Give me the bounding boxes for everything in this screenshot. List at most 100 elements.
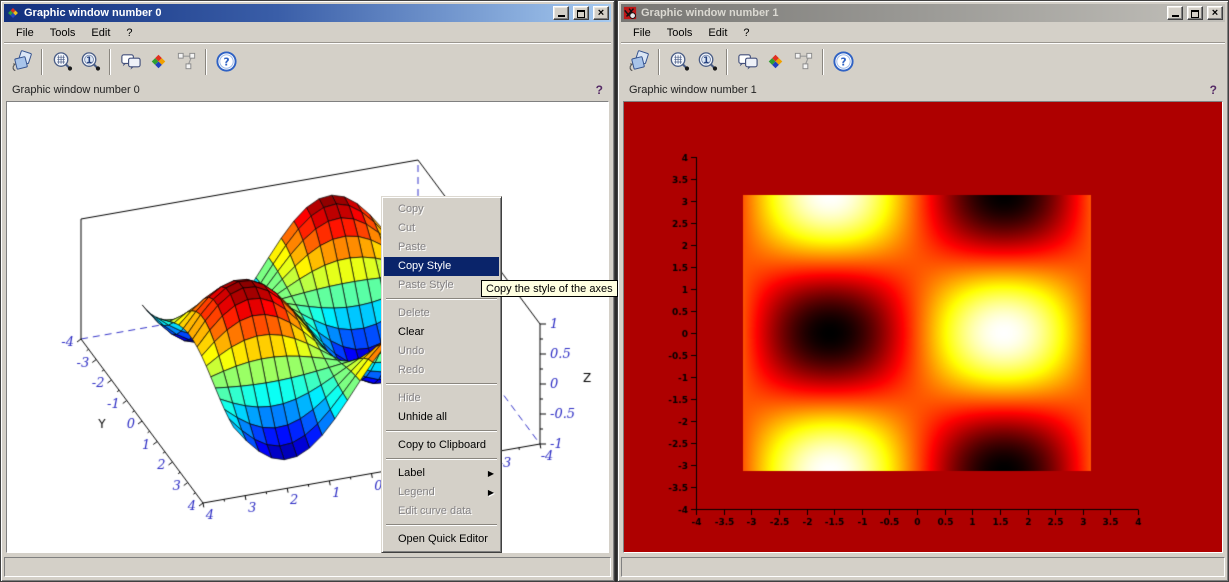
context-menu-item-copy-to-clipboard[interactable]: Copy to Clipboard: [384, 436, 499, 455]
menu-tools[interactable]: Tools: [659, 25, 701, 41]
menu-separator: [386, 298, 497, 300]
menu-item-label: Legend: [398, 486, 435, 498]
menu-item-label: Edit curve data: [398, 505, 471, 517]
menu-tools[interactable]: Tools: [42, 25, 84, 41]
help-question-mark[interactable]: ?: [1210, 83, 1217, 97]
graph-editor-button[interactable]: [172, 48, 200, 76]
info-bar: Graphic window number 1 ?: [621, 80, 1225, 100]
window-graphic-1: Graphic window number 1 × File Tools Edi…: [617, 0, 1229, 582]
menu-item-label: Copy to Clipboard: [398, 439, 486, 451]
colormap-icon: [764, 50, 787, 73]
window-title: Graphic window number 0: [24, 7, 549, 19]
zoom-reset-button[interactable]: [76, 48, 104, 76]
menu-help[interactable]: ?: [735, 25, 757, 41]
help-button[interactable]: [212, 48, 240, 76]
minimize-icon: [558, 15, 565, 17]
context-menu-item-copy[interactable]: Copy: [384, 200, 499, 219]
minimize-button[interactable]: [1167, 6, 1183, 20]
menu-item-label: Cut: [398, 222, 415, 234]
maximize-icon: [577, 10, 585, 18]
help-icon: [832, 50, 855, 73]
context-menu: CopyCutPasteCopy StylePaste StyleDeleteC…: [381, 196, 502, 553]
plot-area-heatmap: [623, 101, 1223, 553]
context-menu-item-undo[interactable]: Undo: [384, 342, 499, 361]
status-bar: [621, 557, 1225, 577]
context-menu-item-cut[interactable]: Cut: [384, 219, 499, 238]
minimize-button[interactable]: [553, 6, 569, 20]
toolbar: [621, 42, 1225, 80]
plot-area-surface: [6, 101, 609, 553]
menu-bar: File Tools Edit ?: [4, 23, 611, 42]
menu-item-label: Redo: [398, 364, 424, 376]
menu-item-label: Undo: [398, 345, 424, 357]
colormap-button[interactable]: [761, 48, 789, 76]
maximize-icon: [1191, 10, 1199, 18]
surface-plot-canvas[interactable]: [7, 102, 609, 552]
context-menu-item-redo[interactable]: Redo: [384, 361, 499, 380]
rotate-icon: [11, 50, 34, 73]
titlebar-window-1[interactable]: Graphic window number 1 ×: [621, 4, 1225, 22]
menu-bar: File Tools Edit ?: [621, 23, 1225, 42]
maximize-button[interactable]: [573, 6, 589, 20]
menu-edit[interactable]: Edit: [700, 25, 735, 41]
close-icon: ×: [1212, 8, 1218, 19]
toolbar-separator: [822, 49, 824, 75]
rotate-button[interactable]: [8, 48, 36, 76]
menu-item-label: Label: [398, 467, 425, 479]
help-question-mark[interactable]: ?: [596, 83, 603, 97]
dialogs-icon: [119, 50, 142, 73]
context-menu-item-unhide-all[interactable]: Unhide all: [384, 408, 499, 427]
maximize-button[interactable]: [1187, 6, 1203, 20]
menu-help[interactable]: ?: [118, 25, 140, 41]
graph-editor-button[interactable]: [789, 48, 817, 76]
help-button[interactable]: [829, 48, 857, 76]
close-button[interactable]: ×: [593, 6, 609, 20]
menu-separator: [386, 524, 497, 526]
screen: Graphic window number 0 × File Tools Edi…: [0, 0, 1229, 582]
context-menu-item-legend[interactable]: Legend▶: [384, 483, 499, 502]
zoom-area-button[interactable]: [665, 48, 693, 76]
zoom-area-icon: [51, 50, 74, 73]
context-menu-item-hide[interactable]: Hide: [384, 389, 499, 408]
scilab-window-icon: [623, 6, 637, 20]
close-button[interactable]: ×: [1207, 6, 1223, 20]
heatmap-plot-canvas[interactable]: [624, 102, 1223, 552]
menu-item-label: Copy: [398, 203, 424, 215]
menu-separator: [386, 458, 497, 460]
menu-item-label: Unhide all: [398, 411, 447, 423]
close-icon: ×: [598, 8, 604, 19]
minimize-icon: [1172, 15, 1179, 17]
window-title: Graphic window number 1: [641, 7, 1163, 19]
context-menu-item-delete[interactable]: Delete: [384, 304, 499, 323]
toolbar-separator: [726, 49, 728, 75]
context-menu-item-label[interactable]: Label ▶: [384, 464, 499, 483]
dialogs-button[interactable]: [733, 48, 761, 76]
zoom-reset-icon: [696, 50, 719, 73]
menu-item-label: Hide: [398, 392, 421, 404]
menu-file[interactable]: File: [625, 25, 659, 41]
status-text: Graphic window number 1: [629, 84, 757, 96]
menu-item-label: Paste: [398, 241, 426, 253]
toolbar-separator: [205, 49, 207, 75]
zoom-reset-button[interactable]: [693, 48, 721, 76]
toolbar-separator: [41, 49, 43, 75]
context-menu-item-clear[interactable]: Clear: [384, 323, 499, 342]
submenu-arrow-icon: ▶: [488, 464, 494, 483]
tooltip: Copy the style of the axes: [481, 280, 618, 297]
zoom-area-button[interactable]: [48, 48, 76, 76]
rotate-button[interactable]: [625, 48, 653, 76]
context-menu-item-paste[interactable]: Paste: [384, 238, 499, 257]
colormap-icon: [147, 50, 170, 73]
context-menu-item-open-quick-editor[interactable]: Open Quick Editor: [384, 530, 499, 549]
help-icon: [215, 50, 238, 73]
context-menu-item-copy-style[interactable]: Copy Style: [384, 257, 499, 276]
colormap-button[interactable]: [144, 48, 172, 76]
menu-edit[interactable]: Edit: [83, 25, 118, 41]
titlebar-window-0[interactable]: Graphic window number 0 ×: [4, 4, 611, 22]
menu-item-label: Copy Style: [398, 260, 451, 272]
info-bar: Graphic window number 0 ?: [4, 80, 611, 100]
menu-file[interactable]: File: [8, 25, 42, 41]
graph-editor-icon: [792, 50, 815, 73]
context-menu-item-edit-curve-data[interactable]: Edit curve data: [384, 502, 499, 521]
dialogs-button[interactable]: [116, 48, 144, 76]
